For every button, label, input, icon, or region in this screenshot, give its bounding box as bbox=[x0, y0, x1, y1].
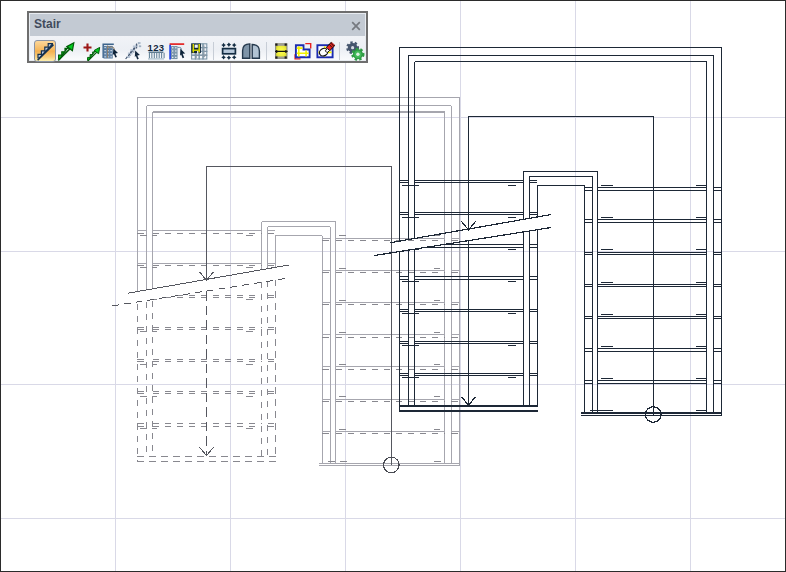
svg-text:123: 123 bbox=[147, 42, 164, 53]
